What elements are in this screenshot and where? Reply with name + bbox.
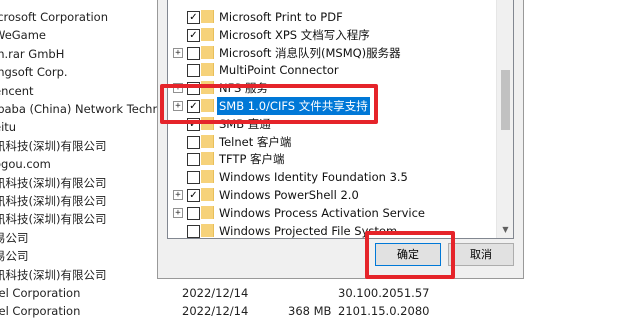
feature-checkbox[interactable] [187, 206, 200, 220]
version-cell: 30.100.2051.57 [338, 286, 430, 300]
vertical-scrollbar[interactable]: ▼ [496, 0, 513, 238]
feature-item[interactable]: MultiPoint Connector [168, 61, 488, 79]
folder-icon [201, 45, 214, 59]
date-cell: 2022/12/14 [182, 286, 249, 300]
folder-icon [201, 27, 214, 41]
feature-label[interactable]: Telnet 客户端 [217, 133, 293, 151]
publisher-cell: 讯科技(深圳)有限公司 [0, 267, 107, 282]
folder-icon [201, 205, 214, 219]
feature-checkbox[interactable]: ✓ [187, 189, 200, 202]
feature-label[interactable]: Windows PowerShell 2.0 [217, 186, 361, 204]
scrollbar-thumb[interactable] [501, 70, 510, 130]
publisher-cell: 讯科技(深圳)有限公司 [0, 212, 107, 227]
feature-item[interactable]: + Microsoft 消息队列(MSMQ)服务器 [168, 44, 488, 62]
folder-icon [201, 223, 214, 237]
publisher-cell: 易公司 [0, 230, 29, 245]
feature-checkbox[interactable] [187, 135, 200, 149]
checkmark-icon: ✓ [189, 190, 198, 201]
publisher-cell: icrosoft Corporation [0, 10, 109, 24]
feature-label[interactable]: Windows Identity Foundation 3.5 [217, 168, 410, 186]
feature-checkbox[interactable]: ✓ [187, 11, 200, 24]
publisher-cell: WeGame [0, 28, 47, 43]
feature-label[interactable]: TFTP 客户端 [217, 150, 287, 168]
publisher-cell: tel Corporation [0, 286, 81, 300]
feature-label[interactable]: Microsoft Print to PDF [217, 8, 345, 26]
date-cell: 2022/12/14 [182, 304, 249, 319]
folder-icon [201, 134, 214, 148]
publisher-cell: tel Corporation [0, 304, 81, 319]
program-row[interactable]: tel Corporation 2022/12/14 368 MB 2101.15.0… [0, 302, 620, 320]
checkmark-icon: ✓ [189, 12, 198, 23]
feature-item[interactable]: ✓ Microsoft Print to PDF [168, 8, 488, 26]
publisher-cell: 讯科技(深圳)有限公司 [0, 138, 107, 153]
feature-checkbox[interactable] [187, 153, 200, 167]
feature-item[interactable]: Telnet 客户端 [168, 133, 488, 151]
version-cell: 2101.15.0.2080 [338, 304, 430, 319]
size-cell: 368 MB [288, 304, 332, 319]
publisher-cell: encent [0, 83, 34, 98]
annotation-highlight-ok [365, 231, 455, 279]
plus-icon[interactable]: + [173, 207, 183, 218]
feature-label[interactable]: Microsoft 消息队列(MSMQ)服务器 [217, 44, 403, 62]
folder-icon [201, 152, 214, 166]
feature-label[interactable]: Microsoft XPS 文档写入程序 [217, 26, 372, 44]
publisher-cell: ogou.com [0, 157, 51, 172]
feature-item[interactable]: + ✓ Windows PowerShell 2.0 [168, 186, 488, 204]
plus-icon[interactable]: + [173, 47, 183, 58]
folder-icon [201, 170, 214, 184]
publisher-cell: ingsoft Corp. [0, 65, 68, 80]
feature-label[interactable]: Windows Process Activation Service [217, 204, 427, 222]
feature-checkbox[interactable] [187, 46, 200, 60]
feature-checkbox[interactable] [187, 171, 200, 185]
feature-checkbox[interactable] [187, 64, 200, 78]
annotation-highlight-smb [160, 84, 378, 124]
feature-item[interactable]: + Windows Process Activation Service [168, 204, 488, 222]
feature-checkbox[interactable]: ✓ [187, 28, 200, 42]
chevron-down-icon[interactable]: ▼ [501, 225, 510, 234]
folder-icon [201, 188, 214, 201]
publisher-cell: ibaba (China) Network Techno [0, 102, 167, 116]
publisher-cell: 讯科技(深圳)有限公司 [0, 175, 107, 190]
feature-item[interactable]: TFTP 客户端 [168, 150, 488, 168]
feature-item[interactable]: Windows Identity Foundation 3.5 [168, 168, 488, 186]
checkmark-icon: ✓ [189, 29, 198, 41]
feature-item[interactable]: ✓ Microsoft XPS 文档写入程序 [168, 26, 488, 44]
publisher-cell: 讯科技(深圳)有限公司 [0, 194, 107, 208]
feature-label[interactable]: MultiPoint Connector [217, 61, 341, 79]
folder-icon [201, 63, 214, 77]
plus-icon[interactable]: + [173, 190, 183, 200]
cancel-button[interactable]: 取消 [448, 243, 514, 266]
publisher-cell: 易公司 [0, 249, 29, 264]
program-row[interactable]: tel Corporation 2022/12/14 30.100.2051.57 [0, 284, 620, 302]
publisher-cell: eitu [0, 120, 17, 135]
publisher-cell: in.rar GmbH [0, 46, 65, 61]
folder-icon [201, 10, 214, 23]
feature-checkbox[interactable] [187, 224, 200, 238]
